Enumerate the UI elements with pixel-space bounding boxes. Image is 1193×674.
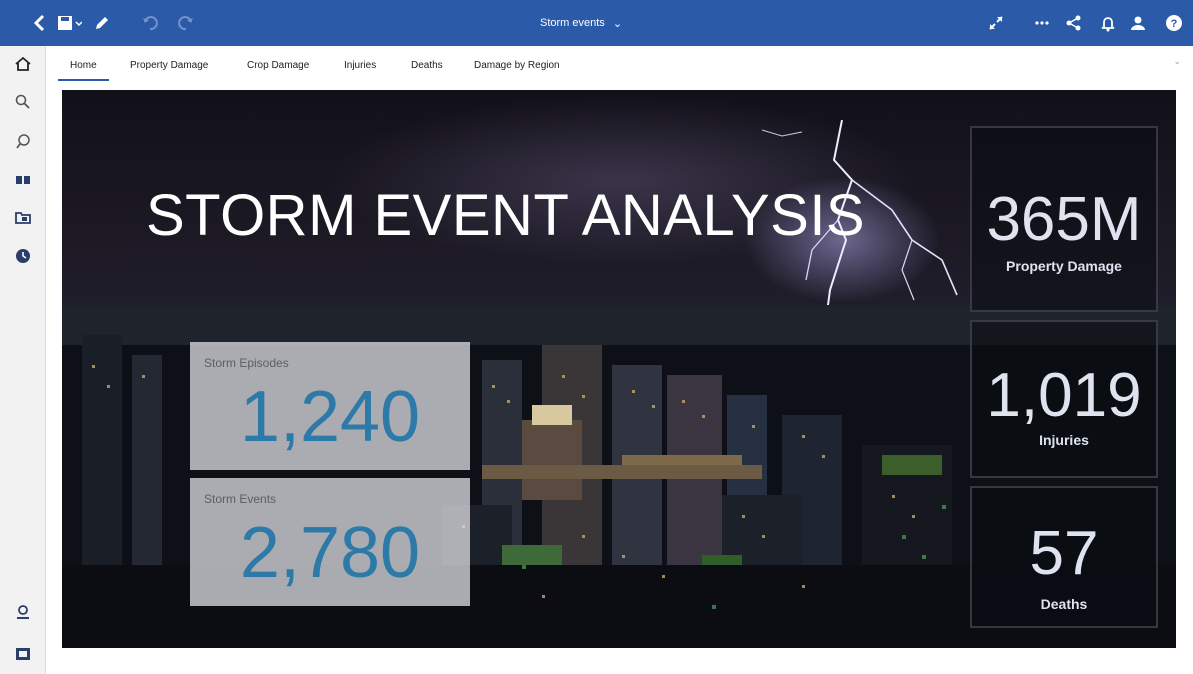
storm-events-value: 2,780 — [239, 513, 421, 593]
redo-icon[interactable] — [174, 11, 198, 35]
deaths-value: 57 — [1029, 519, 1099, 588]
dashboard-title: STORM EVENT ANALYSIS — [146, 183, 866, 248]
recent-icon[interactable] — [11, 244, 35, 268]
injuries-tile[interactable]: 1,019 Injuries — [970, 320, 1158, 478]
create-icon[interactable] — [11, 642, 35, 666]
tab-scroll-icon[interactable]: ⌄ — [1173, 56, 1181, 67]
report-title-menu[interactable]: Storm events ⌄ — [540, 13, 622, 33]
deaths-tile[interactable]: 57 Deaths — [970, 486, 1158, 628]
chevron-down-icon: ⌄ — [612, 17, 623, 30]
help-icon[interactable]: ? — [1162, 11, 1186, 35]
tab-bar: Home Property Damage Crop Damage Injurie… — [46, 46, 1193, 86]
save-icon[interactable] — [54, 11, 84, 35]
home-icon[interactable] — [11, 52, 35, 76]
share-icon[interactable] — [1062, 11, 1086, 35]
deaths-label: Deaths — [1040, 596, 1088, 612]
edit-icon[interactable] — [90, 11, 114, 35]
expand-icon[interactable] — [984, 11, 1008, 35]
storm-events-label: Storm Events — [204, 492, 277, 506]
undo-icon[interactable] — [138, 11, 162, 35]
manage-icon[interactable] — [11, 600, 35, 624]
property-damage-value: 365M — [986, 185, 1142, 254]
my-content-icon[interactable] — [11, 206, 35, 230]
tab-deaths[interactable]: Deaths — [411, 60, 443, 71]
dashboard-canvas: STORM EVENT ANALYSIS Storm Episodes 1,24… — [62, 90, 1176, 648]
bell-icon[interactable] — [1096, 11, 1120, 35]
more-icon[interactable] — [1030, 11, 1054, 35]
storm-episodes-label: Storm Episodes — [204, 356, 289, 370]
injuries-value: 1,019 — [986, 361, 1142, 430]
left-navigation-rail — [0, 46, 46, 674]
user-icon[interactable] — [1126, 11, 1150, 35]
top-bar: Storm events ⌄ ? — [0, 0, 1193, 46]
injuries-label: Injuries — [1039, 432, 1089, 448]
storm-events-tile[interactable]: Storm Events 2,780 — [190, 478, 470, 606]
team-content-icon[interactable] — [11, 168, 35, 192]
tab-property-damage[interactable]: Property Damage — [130, 60, 208, 71]
ask-icon[interactable] — [11, 130, 35, 154]
tab-injuries[interactable]: Injuries — [344, 60, 376, 71]
report-title: Storm events — [540, 17, 605, 29]
tab-home[interactable]: Home — [58, 60, 109, 81]
property-damage-tile[interactable]: 365M Property Damage — [970, 126, 1158, 312]
property-damage-label: Property Damage — [1006, 258, 1122, 274]
storm-episodes-tile[interactable]: Storm Episodes 1,240 — [190, 342, 470, 470]
tab-damage-by-region[interactable]: Damage by Region — [474, 60, 560, 71]
search-icon[interactable] — [11, 90, 35, 114]
storm-episodes-value: 1,240 — [239, 377, 421, 457]
back-icon[interactable] — [28, 11, 52, 35]
tab-crop-damage[interactable]: Crop Damage — [247, 60, 309, 71]
svg-text:?: ? — [1171, 18, 1178, 30]
